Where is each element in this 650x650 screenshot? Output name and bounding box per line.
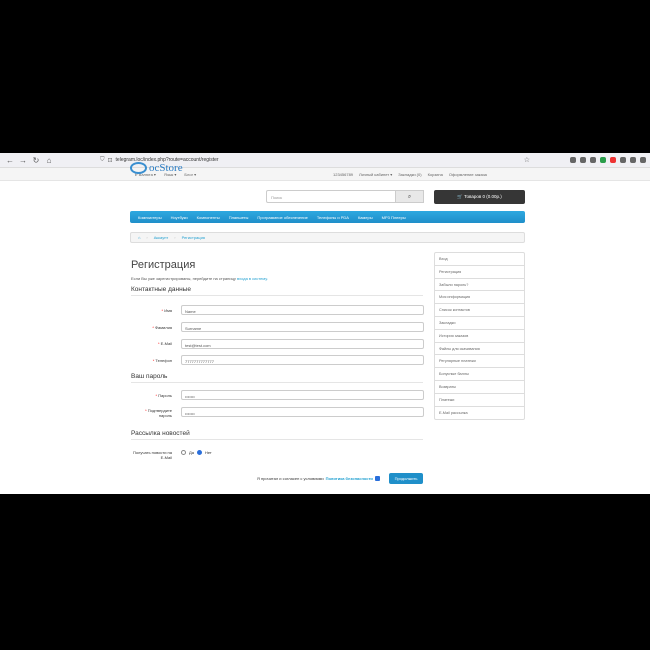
logo-text: ocStore [149,162,183,174]
sidebar-item[interactable]: Список контактов [435,304,524,317]
phone-link[interactable]: 123456789 [333,172,353,177]
sidebar-item[interactable]: Бонусные баллы [435,368,524,381]
page-info-icon: ⊡ [107,157,113,164]
phone-label: * Телефон [152,358,172,363]
cart-logo-icon [130,162,147,174]
login-link[interactable]: входа в систему. [237,276,268,281]
phone-input[interactable]: 7777777777777 [181,355,424,365]
sidebar-item[interactable]: Регистрация [435,266,524,279]
logo[interactable]: ocStore [130,162,183,174]
extension-icon[interactable] [570,157,576,163]
sidebar-item[interactable]: Регулярные платежи [435,355,524,369]
continue-button[interactable]: Продолжить [389,473,423,484]
menu-item[interactable]: Телефоны и PDA [317,215,349,220]
extension-icon[interactable] [590,157,596,163]
sidebar-item[interactable]: E-Mail рассылка [435,407,524,420]
browser-window: ← → ↻ ⌂ ⛉ ⊡ telegram.loc/index.php?route… [0,153,650,494]
confirm-password-label: * Подтвердите пароль [145,408,172,418]
menu-item[interactable]: Компьютеры [138,215,162,220]
reload-icon[interactable]: ↻ [30,154,42,166]
home-icon[interactable]: ⌂ [138,235,140,240]
sidebar-item[interactable]: Файлы для скачивания [435,343,524,356]
page-title: Регистрация [131,259,196,271]
extension-icon[interactable] [580,157,586,163]
sidebar-item[interactable]: История заказов [435,330,524,343]
password-label: * Пароль [155,393,172,398]
breadcrumb-separator: › [174,235,176,240]
extension-icon[interactable] [610,157,616,163]
cart-button[interactable]: 🛒 Товаров 0 (0.00р.) [434,190,525,204]
blog-dropdown[interactable]: Блог ▾ [184,172,196,177]
agree-row: Я прочитал и согласен с условиями Полити… [257,476,380,481]
checkout-link[interactable]: Оформление заказа [449,172,487,177]
sidebar-item[interactable]: Возвраты [435,381,524,394]
extension-icon[interactable] [620,157,626,163]
bookmark-star-icon[interactable]: ☆ [524,156,530,164]
breadcrumb-separator: › [146,235,148,240]
browser-toolbar: ← → ↻ ⌂ ⛉ ⊡ telegram.loc/index.php?route… [0,153,650,168]
agree-text: Я прочитал и согласен с условиями [257,476,324,481]
forward-icon[interactable]: → [17,154,29,166]
sidebar-item[interactable]: Забыли пароль? [435,279,524,292]
menu-item[interactable]: Планшеты [229,215,249,220]
cart-button-label: Товаров 0 (0.00р.) [464,194,502,199]
breadcrumb-item[interactable]: Регистрация [182,235,205,240]
search-icon: ⌕ [407,194,412,200]
menu-icon[interactable] [640,157,646,163]
menu-item[interactable]: Программное обеспечение [257,215,307,220]
lastname-input[interactable]: Surname [181,322,424,332]
search-input[interactable]: Поиск [266,190,396,203]
newsletter-yes-label: Да [189,450,194,455]
account-dropdown[interactable]: Личный кабинет ▾ [359,172,392,177]
section-password: Ваш пароль [131,373,423,383]
firstname-input[interactable]: Name [181,305,424,315]
sidebar-item[interactable]: Вход [435,253,524,266]
menu-item[interactable]: Камеры [358,215,373,220]
menu-item[interactable]: MP3 Плееры [382,215,406,220]
newsletter-radio-group: Да Нет [181,450,212,455]
menu-item[interactable]: Ноутбуки [171,215,188,220]
menu-item[interactable]: Компоненты [197,215,220,220]
confirm-password-input[interactable]: ••••••• [181,407,424,417]
wishlist-link[interactable]: Закладки (0) [398,172,421,177]
shield-icon: ⛉ [100,156,105,163]
newsletter-label: Получать новости на E-Mail [133,450,172,460]
firstname-label: * Имя [161,308,172,313]
email-input[interactable]: test@test.com [181,339,424,349]
shop-topbar: ₽ Валюта ▾ Язык ▾ Блог ▾ 123456789 Личны… [0,168,650,181]
breadcrumb: ⌂ › Аккаунт › Регистрация [130,232,525,243]
section-newsletter: Рассылка новостей [131,430,423,440]
lastname-label: * Фамилия [152,325,172,330]
password-input[interactable]: ••••••• [181,390,424,400]
extension-icon[interactable] [630,157,636,163]
email-label: * E-Mail [157,341,172,346]
cart-link[interactable]: Корзина [428,172,443,177]
sidebar-item[interactable]: Платежи [435,394,524,407]
intro-text-body: Если Вы уже зарегистрированы, перейдите … [131,276,236,281]
back-icon[interactable]: ← [4,154,16,166]
agree-checkbox[interactable] [374,476,380,481]
section-contact: Контактные данные [131,286,423,296]
privacy-policy-link[interactable]: Политика безопасности [326,476,373,481]
breadcrumb-item[interactable]: Аккаунт [154,235,168,240]
newsletter-yes-radio[interactable] [181,450,186,455]
sidebar-item[interactable]: Закладки [435,317,524,330]
sidebar-item[interactable]: Моя информация [435,291,524,305]
newsletter-no-label: Нет [204,450,212,455]
intro-text: Если Вы уже зарегистрированы, перейдите … [131,276,268,281]
main-menu: Компьютеры Ноутбуки Компоненты Планшеты … [130,211,525,223]
search-button[interactable]: ⌕ [395,190,424,203]
extension-icon[interactable] [600,157,606,163]
home-icon[interactable]: ⌂ [43,154,55,166]
newsletter-no-radio[interactable] [196,450,202,455]
account-sidebar: Вход Регистрация Забыли пароль? Моя инфо… [434,252,525,421]
